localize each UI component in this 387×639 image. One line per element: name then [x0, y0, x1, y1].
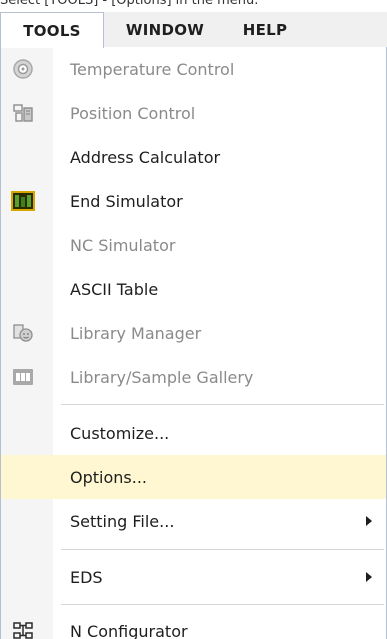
caption: Select [TOOLS] - [Options] in the menu. — [0, 0, 259, 8]
menu-item-n-configurator[interactable]: N Configurator — [1, 609, 386, 639]
temperature-icon — [11, 57, 35, 81]
menu-item-position-control[interactable]: Position Control — [1, 91, 386, 135]
menu-item-nc-simulator[interactable]: NC Simulator — [1, 223, 386, 267]
menu-item-customize[interactable]: Customize... — [1, 411, 386, 455]
menu-item-label: Options... — [70, 467, 147, 487]
menu-item-label: Library Manager — [70, 323, 202, 343]
menu-item-label: NC Simulator — [70, 235, 176, 255]
menu-bar: TOOLS WINDOW HELP — [0, 12, 387, 48]
menu-item-setting-file[interactable]: Setting File... — [1, 499, 386, 543]
menu-item-label: Setting File... — [70, 511, 175, 531]
menu-item-end-simulator[interactable]: End Simulator — [1, 179, 386, 223]
menu-item-ascii-table[interactable]: ASCII Table — [1, 267, 386, 311]
menu-separator — [61, 604, 384, 605]
caption-strip: Select [TOOLS] - [Options] in the menu. — [0, 0, 387, 12]
menu-item-label: ASCII Table — [70, 279, 159, 299]
menu-item-label: End Simulator — [70, 191, 183, 211]
menu-window[interactable]: WINDOW — [104, 12, 226, 47]
menu-separator — [61, 549, 384, 550]
menu-item-library-sample-gallery[interactable]: Library/Sample Gallery — [1, 355, 386, 399]
submenu-arrow-icon — [366, 516, 372, 526]
menu-item-eds[interactable]: EDS — [1, 555, 386, 599]
menu-item-label: Customize... — [70, 423, 170, 443]
menu-tools[interactable]: TOOLS — [0, 12, 104, 48]
gallery-icon — [11, 365, 35, 389]
menu-item-label: N Configurator — [70, 621, 188, 639]
menu-item-label: Library/Sample Gallery — [70, 367, 254, 387]
position-icon — [11, 101, 35, 125]
submenu-arrow-icon — [366, 572, 372, 582]
network-icon — [11, 619, 35, 639]
menu-item-library-manager[interactable]: Library Manager — [1, 311, 386, 355]
library-icon — [11, 321, 35, 345]
menu-item-address-calculator[interactable]: Address Calculator — [1, 135, 386, 179]
menu-separator — [61, 404, 384, 405]
menu-item-label: EDS — [70, 567, 103, 587]
menu-item-label: Temperature Control — [70, 59, 235, 79]
menu-item-temperature-control[interactable]: Temperature Control — [1, 47, 386, 91]
simulator-icon — [11, 189, 35, 213]
menu-help[interactable]: HELP — [226, 12, 304, 47]
tools-dropdown: Temperature Control Position Control Add… — [0, 47, 387, 639]
screenshot: Select [TOOLS] - [Options] in the menu. … — [0, 0, 387, 639]
menu-item-options[interactable]: Options... — [1, 455, 386, 499]
menu-item-label: Address Calculator — [70, 147, 221, 167]
menu-item-label: Position Control — [70, 103, 196, 123]
